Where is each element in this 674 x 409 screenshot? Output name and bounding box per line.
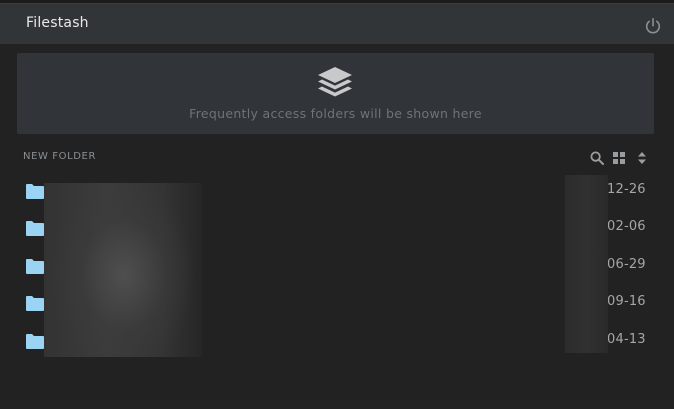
file-date: 12-26 xyxy=(607,182,646,197)
file-date: 06-29 xyxy=(607,257,646,272)
search-icon[interactable] xyxy=(590,151,604,165)
frequent-folders-panel: Frequently access folders will be shown … xyxy=(17,53,654,134)
new-folder-button[interactable]: NEW FOLDER xyxy=(23,151,96,162)
file-date: 04-13 xyxy=(607,332,646,347)
grid-view-icon[interactable] xyxy=(612,151,626,165)
redacted-file-names xyxy=(44,183,202,357)
power-icon[interactable] xyxy=(644,17,662,35)
file-date: 09-16 xyxy=(607,294,646,309)
folder-icon xyxy=(26,259,44,274)
layers-icon xyxy=(318,67,352,97)
folder-icon xyxy=(26,296,44,311)
filestash-window: Filestash Frequently access folders will… xyxy=(0,0,674,409)
folder-icon xyxy=(26,221,44,236)
app-title[interactable]: Filestash xyxy=(26,15,89,31)
file-toolbar: NEW FOLDER xyxy=(17,148,654,168)
sort-icon[interactable] xyxy=(636,151,648,165)
folder-icon xyxy=(26,334,44,349)
redacted-date-years xyxy=(565,175,608,353)
frequent-folders-empty-text: Frequently access folders will be shown … xyxy=(189,106,482,121)
folder-icon xyxy=(26,184,44,199)
top-bar: Filestash xyxy=(0,3,674,44)
file-date: 02-06 xyxy=(607,219,646,234)
